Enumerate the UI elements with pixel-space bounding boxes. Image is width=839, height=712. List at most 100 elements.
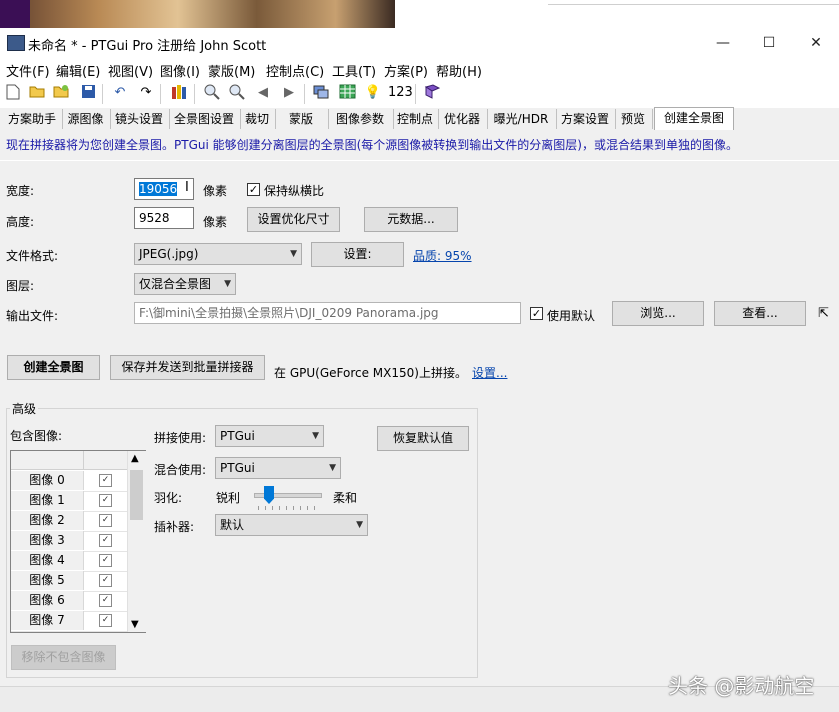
window-title: 未命名 * - PTGui Pro 注册给 John Scott [28,39,267,54]
browse-button[interactable]: 浏览... [612,301,704,326]
height-input[interactable]: 9528 [134,207,194,229]
tab-image-parameters[interactable]: 图像参数 [327,109,394,129]
tab-control-points[interactable]: 控制点 [392,109,439,129]
image-name: 图像 2 [11,511,84,530]
image-name: 图像 6 [11,591,84,610]
image-name: 图像 0 [11,471,84,490]
arrow-left-icon[interactable]: ◀ [254,84,272,102]
help-book-icon[interactable] [423,84,441,102]
stitch-with-select[interactable]: PTGui ▼ [215,425,324,447]
interpolator-value: 默认 [220,518,245,532]
tab-panorama-settings[interactable]: 全景图设置 [168,109,241,129]
lightbulb-icon[interactable]: 💡 [364,84,382,102]
list-item[interactable]: 图像 4 ✓ [11,551,127,572]
tab-project-assistant[interactable]: 方案助手 [2,109,63,129]
arrow-right-icon[interactable]: ▶ [280,84,298,102]
list-item[interactable]: 图像 1 ✓ [11,491,127,512]
zoom-out-icon[interactable] [228,84,246,102]
include-checkbox[interactable]: ✓ [99,514,112,527]
scroll-up-icon[interactable]: ▲ [131,453,139,464]
chevron-down-icon: ▼ [329,463,336,473]
tab-mask[interactable]: 蒙版 [274,109,329,129]
maximize-button[interactable]: ☐ [746,28,792,58]
list-item[interactable]: 图像 7 ✓ [11,611,127,632]
save-send-batch-button[interactable]: 保存并发送到批量拼接器 [110,355,265,380]
remove-excluded-button[interactable]: 移除不包含图像 [11,645,116,670]
table-icon[interactable] [338,84,356,102]
menu-edit[interactable]: 编辑(E) [56,61,100,80]
restore-defaults-button[interactable]: 恢复默认值 [377,426,469,451]
use-default-checkbox[interactable]: ✓ [530,307,543,320]
include-checkbox[interactable]: ✓ [99,494,112,507]
include-checkbox[interactable]: ✓ [99,574,112,587]
width-value: 19056 [139,182,178,196]
chevron-down-icon: ▼ [290,249,297,259]
open-recent-icon[interactable] [52,84,70,102]
width-input[interactable]: 19056 I [134,178,194,200]
height-label: 高度: [6,215,35,229]
menu-view[interactable]: 视图(V) [108,61,153,80]
include-checkbox[interactable]: ✓ [99,614,112,627]
tab-create-panorama[interactable]: 创建全景图 [654,107,734,132]
menu-tools[interactable]: 工具(T) [332,61,376,80]
metadata-button[interactable]: 元数据... [364,207,458,232]
open-folder-icon[interactable] [28,84,46,102]
optimize-size-button[interactable]: 设置优化尺寸 [247,207,340,232]
view-button[interactable]: 查看... [714,301,806,326]
gpu-settings-link[interactable]: 设置... [472,364,507,381]
menu-file[interactable]: 文件(F) [6,61,50,80]
tab-project-settings[interactable]: 方案设置 [555,109,616,129]
quality-link[interactable]: 品质: 95% [413,247,472,264]
use-default-label: 使用默认 [547,309,596,323]
tab-lens-settings[interactable]: 镜头设置 [109,109,170,129]
include-checkbox[interactable]: ✓ [99,594,112,607]
menu-help[interactable]: 帮助(H) [436,61,482,80]
output-file-input[interactable]: F:\御mini\全景拍摄\全景照片\DJI_0209 Panorama.jpg [134,302,521,324]
menu-control-points[interactable]: 控制点(C) [266,61,324,80]
layer-select[interactable]: 仅混合全景图 ▼ [134,273,236,295]
tab-source-images[interactable]: 源图像 [61,109,111,129]
zoom-in-icon[interactable] [203,84,221,102]
numbering-icon[interactable]: 123 [388,84,413,102]
menu-mask[interactable]: 蒙版(M) [208,61,255,80]
panorama-editor-icon[interactable] [312,84,330,102]
new-file-icon[interactable] [4,84,22,102]
toolbar-separator [194,84,195,104]
toolbar-separator [102,84,103,104]
info-text: 现在拼接器将为您创建全景图。PTGui 能够创建分离图层的全景图(每个源图像被转… [6,138,738,152]
include-checkbox[interactable]: ✓ [99,554,112,567]
tab-preview[interactable]: 预览 [614,109,653,129]
list-header [11,451,127,470]
tab-exposure-hdr[interactable]: 曝光/HDR [486,109,557,129]
save-icon[interactable] [79,84,97,102]
list-item[interactable]: 图像 5 ✓ [11,571,127,592]
align-images-icon[interactable] [170,84,188,102]
undo-icon[interactable]: ↶ [111,84,129,102]
list-item[interactable]: 图像 6 ✓ [11,591,127,612]
close-button[interactable]: ✕ [793,28,839,58]
format-select[interactable]: JPEG(.jpg) ▼ [134,243,302,265]
tab-optimizer[interactable]: 优化器 [437,109,488,129]
menu-project[interactable]: 方案(P) [384,61,428,80]
blend-with-select[interactable]: PTGui ▼ [215,457,341,479]
keep-ratio-checkbox[interactable]: ✓ [247,183,260,196]
menu-image[interactable]: 图像(I) [160,61,200,80]
include-checkbox[interactable]: ✓ [99,474,112,487]
format-settings-button[interactable]: 设置: [311,242,404,267]
list-item[interactable]: 图像 3 ✓ [11,531,127,552]
tab-crop[interactable]: 裁切 [239,109,276,129]
scrollbar-thumb[interactable] [130,470,143,520]
layer-label: 图层: [6,279,35,293]
image-name: 图像 5 [11,571,84,590]
list-item[interactable]: 图像 2 ✓ [11,511,127,532]
include-checkbox[interactable]: ✓ [99,534,112,547]
desktop-app-icon [0,0,30,28]
redo-icon[interactable]: ↷ [137,84,155,102]
mouse-cursor-icon: ⇱ [818,306,829,321]
minimize-button[interactable]: — [700,28,746,58]
interpolator-select[interactable]: 默认 ▼ [215,514,368,536]
create-panorama-button[interactable]: 创建全景图 [7,355,100,380]
gpu-status-text: 在 GPU(GeForce MX150)上拼接。 [274,366,467,380]
list-item[interactable]: 图像 0 ✓ [11,471,127,492]
scroll-down-icon[interactable]: ▼ [131,619,139,630]
